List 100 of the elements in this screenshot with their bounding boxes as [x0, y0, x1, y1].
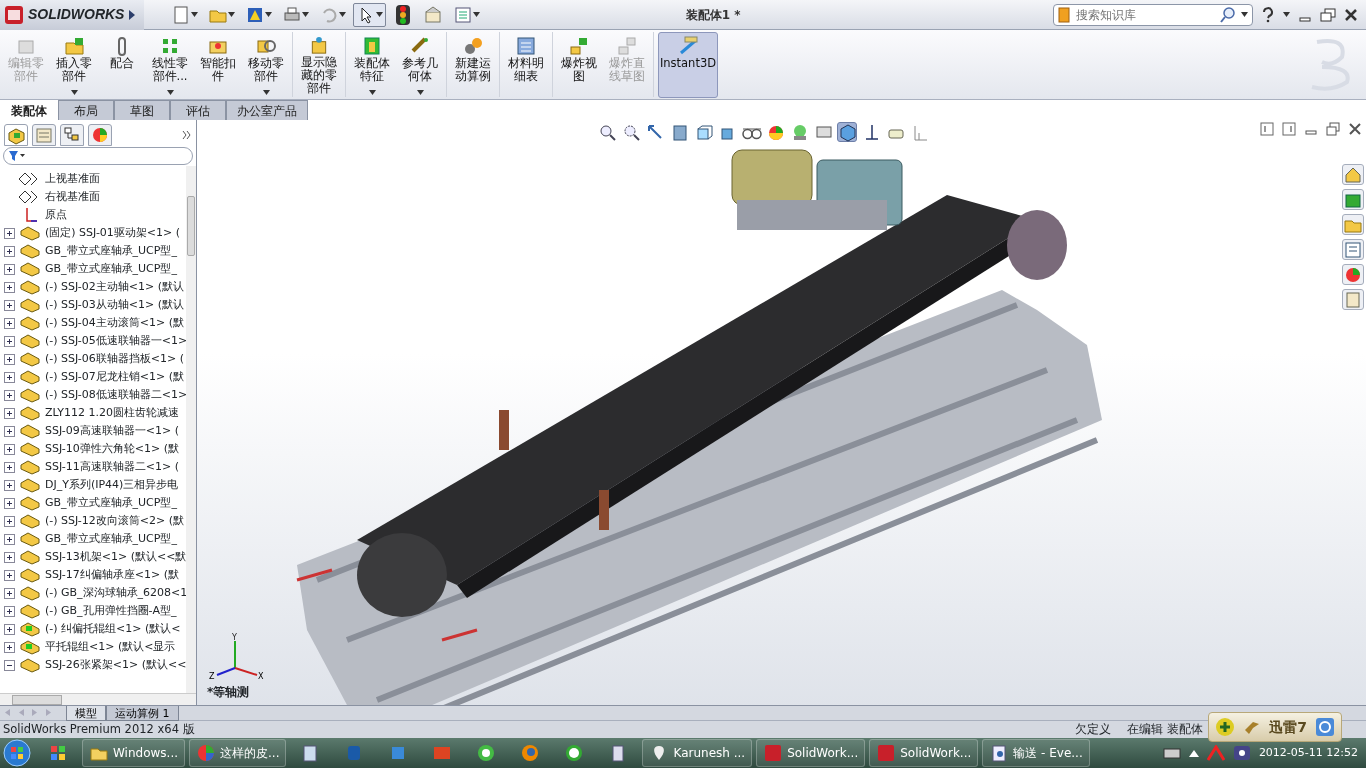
expand-icon[interactable] — [4, 425, 15, 437]
command-button[interactable]: 智能扣件 — [196, 32, 240, 98]
expand-icon[interactable] — [4, 515, 15, 527]
tab[interactable]: 草图 — [114, 100, 170, 120]
search-field[interactable]: 搜索知识库 — [1053, 3, 1253, 26]
taskbar-button[interactable]: Karunesh ... — [642, 739, 753, 767]
tree-item[interactable]: 上视基准面 — [0, 170, 187, 188]
expand-icon[interactable] — [4, 407, 15, 419]
tab[interactable]: 运动算例 1 — [106, 706, 179, 721]
tree-item[interactable]: 原点 — [0, 206, 187, 224]
panel-tab[interactable] — [88, 124, 112, 146]
expand-icon[interactable] — [4, 389, 15, 401]
tree-item[interactable]: (-) SSJ-07尼龙柱销<1> (默 — [0, 368, 187, 386]
scrollbar[interactable] — [0, 693, 196, 705]
expand-icon[interactable] — [4, 587, 15, 599]
tree-item[interactable]: (-) SSJ-03从动轴<1> (默认 — [0, 296, 187, 314]
expand-icon[interactable] — [4, 335, 15, 347]
zoom-area-button[interactable] — [621, 122, 641, 142]
tree-item[interactable]: (-) SSJ-06联轴器挡板<1> ( — [0, 350, 187, 368]
tab[interactable]: 模型 — [66, 706, 106, 721]
tree-item[interactable]: GB_带立式座轴承_UCP型_ — [0, 530, 187, 548]
close-icon[interactable] — [1344, 7, 1358, 22]
expand-icon[interactable] — [4, 443, 15, 455]
close-icon[interactable] — [1348, 122, 1362, 136]
pointer-button[interactable] — [353, 2, 387, 27]
expand-icon[interactable] — [4, 533, 15, 545]
expand-icon[interactable] — [4, 551, 15, 563]
taskbar-button[interactable]: Windows... — [82, 739, 185, 767]
tree-item[interactable]: (固定) SSJ-01驱动架<1> ( — [0, 224, 187, 242]
shaded-cube-button[interactable] — [837, 122, 857, 142]
tree-item[interactable]: 右视基准面 — [0, 188, 187, 206]
command-button[interactable]: 配合 — [100, 32, 144, 98]
expand-icon[interactable] — [4, 479, 15, 491]
tree-item[interactable]: SSJ-26张紧架<1> (默认<< — [0, 656, 187, 674]
help-icon[interactable] — [1261, 6, 1275, 23]
caret-icon[interactable] — [1283, 12, 1290, 17]
collapse-icon[interactable] — [4, 659, 15, 671]
expand-icon[interactable] — [4, 371, 15, 383]
expand-icon[interactable] — [182, 130, 192, 140]
restore-icon[interactable] — [1320, 7, 1336, 22]
expand-icon[interactable] — [4, 281, 15, 293]
tree-item[interactable]: (-) SSJ-12改向滚筒<2> (默 — [0, 512, 187, 530]
tree-item[interactable]: GB_带立式座轴承_UCP型_ — [0, 494, 187, 512]
home-tab[interactable] — [1342, 164, 1364, 185]
expand-icon[interactable] — [4, 299, 15, 311]
panel-tab[interactable] — [60, 124, 84, 146]
expand-icon[interactable] — [4, 245, 15, 257]
taskbar-button[interactable]: 输送 - Eve... — [982, 739, 1090, 767]
command-button[interactable]: 装配体特征 — [350, 32, 394, 98]
expand-icon[interactable] — [4, 353, 15, 365]
start-button[interactable] — [0, 738, 34, 768]
command-button[interactable]: 爆炸视图 — [557, 32, 601, 98]
command-button[interactable]: 新建运动算例 — [451, 32, 495, 98]
tree-item[interactable]: (-) SSJ-08低速联轴器二<1> — [0, 386, 187, 404]
tree-item[interactable]: (-) GB_孔用弹性挡圈-A型_ — [0, 602, 187, 620]
split-left-icon[interactable] — [1260, 122, 1274, 136]
expand-icon[interactable] — [4, 641, 15, 653]
tree-item[interactable]: ZLY112 1.20圆柱齿轮减速 — [0, 404, 187, 422]
plus-icon[interactable] — [1215, 717, 1236, 737]
keyboard-icon[interactable] — [1162, 746, 1181, 760]
expand-icon[interactable] — [4, 461, 15, 473]
tree-item[interactable]: SSJ-17纠偏轴承座<1> (默 — [0, 566, 187, 584]
expand-icon[interactable] — [4, 569, 15, 581]
tree-item[interactable]: (-) SSJ-05低速联轴器一<1> — [0, 332, 187, 350]
zoom-button[interactable] — [597, 122, 617, 142]
expand-icon[interactable] — [4, 605, 15, 617]
ie-icon[interactable] — [1315, 717, 1335, 737]
command-button[interactable]: Instant3D — [658, 32, 718, 98]
expand-icon[interactable] — [4, 497, 15, 509]
library-tab[interactable] — [1342, 189, 1364, 210]
search-input[interactable]: 搜索知识库 — [1074, 4, 1215, 25]
expand-icon[interactable] — [4, 227, 15, 239]
tree-item[interactable]: (-) SSJ-02主动轴<1> (默认 — [0, 278, 187, 296]
expand-icon[interactable] — [4, 623, 15, 635]
color-ball-tab[interactable] — [1342, 264, 1364, 285]
tree-item[interactable]: SSJ-09高速联轴器一<1> ( — [0, 422, 187, 440]
arrow-icon[interactable] — [128, 8, 137, 21]
tree-item[interactable]: SSJ-13机架<1> (默认<<默 — [0, 548, 187, 566]
restore-icon[interactable] — [1326, 122, 1340, 136]
expand-icon[interactable] — [4, 317, 15, 329]
taskbar-button[interactable]: 这样的皮... — [189, 739, 287, 767]
tab[interactable]: 布局 — [58, 100, 114, 120]
command-button[interactable]: 插入零部件 — [52, 32, 96, 98]
command-button[interactable]: 线性零部件... — [148, 32, 192, 98]
tree-item[interactable]: SSJ-11高速联轴器二<1> ( — [0, 458, 187, 476]
triangle-icon[interactable] — [1188, 749, 1199, 757]
panel-tab[interactable] — [4, 124, 28, 146]
command-button[interactable]: 移动零部件 — [244, 32, 288, 98]
tree-item[interactable]: (-) SSJ-04主动滚筒<1> (默 — [0, 314, 187, 332]
tab[interactable]: 办公室产品 — [226, 100, 308, 120]
tree-item[interactable]: GB_带立式座轴承_UCP型_ — [0, 260, 187, 278]
tree-item[interactable]: 平托辊组<1> (默认<显示 — [0, 638, 187, 656]
list-tab[interactable] — [1342, 239, 1364, 260]
split-right-icon[interactable] — [1282, 122, 1296, 136]
media-icon[interactable] — [1232, 745, 1251, 761]
tree-item[interactable]: GB_带立式座轴承_UCP型_ — [0, 242, 187, 260]
tree-item[interactable]: DJ_Y系列(IP44)三相异步电 — [0, 476, 187, 494]
command-button[interactable]: 参考几何体 — [398, 32, 442, 98]
tree-item[interactable]: (-) 纠偏托辊组<1> (默认< — [0, 620, 187, 638]
command-button[interactable]: 显示隐藏的零部件 — [297, 32, 341, 98]
